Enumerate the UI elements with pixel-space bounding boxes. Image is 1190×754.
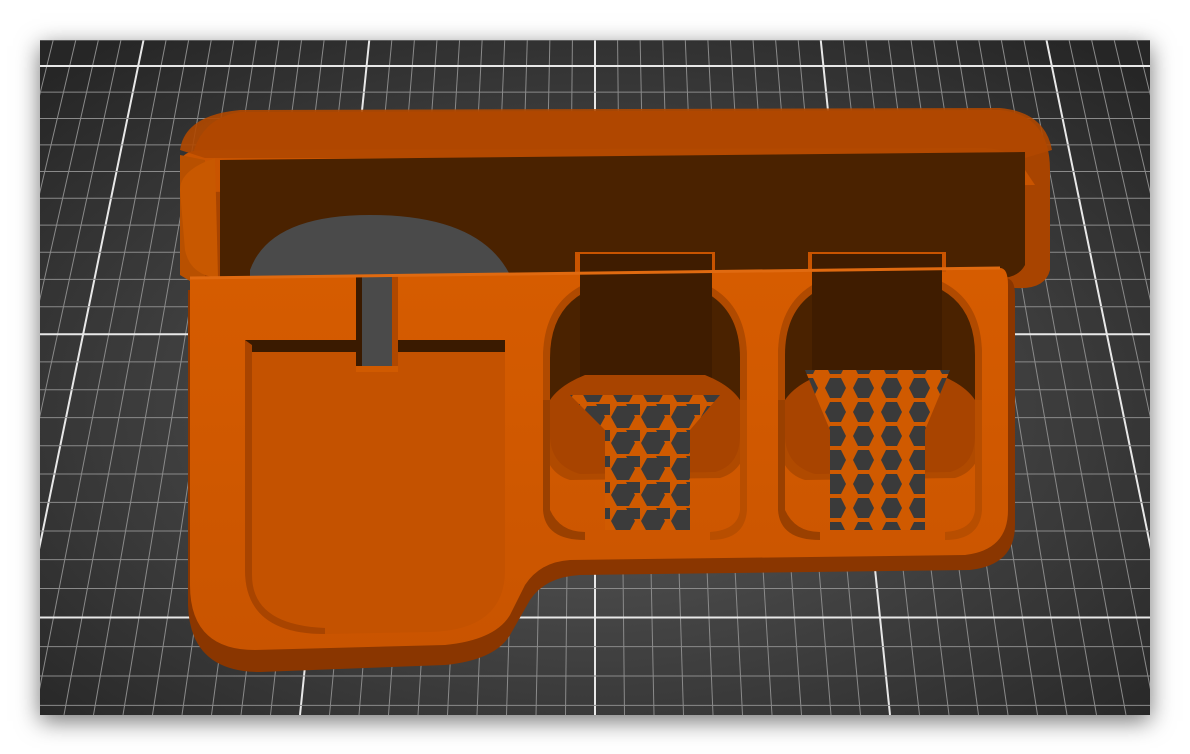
build-plate-scene[interactable] — [40, 40, 1150, 715]
phone-pocket — [245, 340, 505, 634]
cable-slot — [356, 276, 398, 372]
viewport-3d[interactable] — [40, 40, 1150, 715]
